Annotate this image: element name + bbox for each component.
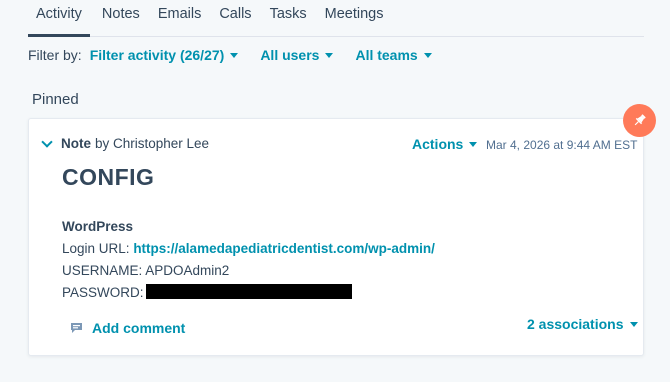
actions-label: Actions [412, 136, 464, 152]
tab-tasks[interactable]: Tasks [270, 0, 307, 37]
tab-activity[interactable]: Activity [28, 0, 90, 37]
note-body: WordPress Login URL: https://alamedapedi… [62, 216, 435, 304]
password-line: PASSWORD: [62, 282, 435, 304]
chevron-down-icon[interactable] [41, 135, 53, 148]
pinned-heading: Pinned [32, 91, 79, 108]
note-title: CONFIG [62, 164, 155, 190]
redacted-password [145, 284, 352, 300]
users-dropdown[interactable]: All users [260, 47, 334, 63]
comment-icon [71, 323, 82, 333]
activity-tabs: Activity Notes Emails Calls Tasks Meetin… [28, 0, 644, 37]
login-url-link[interactable]: https://alamedapediatricdentist.com/wp-a… [133, 241, 435, 256]
add-comment-button[interactable]: Add comment [70, 320, 185, 336]
tab-calls[interactable]: Calls [219, 0, 251, 37]
filter-activity-dropdown[interactable]: Filter activity (26/27) [90, 47, 239, 63]
caret-down-icon [469, 141, 478, 147]
password-label: PASSWORD: [62, 285, 144, 300]
filter-activity-label: Filter activity (26/27) [89, 47, 225, 63]
filter-label: Filter by: [28, 47, 82, 63]
pinned-note-card: Note by Christopher Lee Actions Mar 4, 2… [28, 118, 644, 356]
login-url-label: Login URL: [62, 241, 130, 256]
caret-down-icon [629, 321, 638, 327]
associations-label: 2 associations [527, 316, 624, 332]
note-author: by Christopher Lee [95, 136, 210, 151]
caret-down-icon [423, 52, 432, 58]
note-section-heading: WordPress [62, 219, 134, 234]
actions-dropdown[interactable]: Actions [412, 136, 478, 152]
pin-icon [634, 114, 646, 126]
users-label: All users [260, 47, 320, 63]
username-line: USERNAME: APDOAdmin2 [62, 263, 230, 278]
pin-button[interactable] [623, 104, 656, 137]
note-timestamp: Mar 4, 2026 at 9:44 AM EST [486, 138, 638, 152]
caret-down-icon [325, 52, 334, 58]
filter-row: Filter by: Filter activity (26/27) All u… [28, 46, 454, 64]
login-url-line: Login URL: https://alamedapediatricdenti… [62, 238, 435, 260]
caret-down-icon [230, 52, 239, 58]
teams-label: All teams [355, 47, 418, 63]
associations-dropdown[interactable]: 2 associations [527, 316, 638, 332]
teams-dropdown[interactable]: All teams [355, 47, 432, 63]
note-header: Note by Christopher Lee [41, 135, 210, 151]
add-comment-label: Add comment [92, 320, 186, 336]
activity-panel: Activity Notes Emails Calls Tasks Meetin… [0, 0, 670, 382]
tab-meetings[interactable]: Meetings [325, 0, 384, 37]
note-type: Note [61, 136, 91, 151]
tab-notes[interactable]: Notes [102, 0, 140, 37]
tab-emails[interactable]: Emails [158, 0, 202, 37]
